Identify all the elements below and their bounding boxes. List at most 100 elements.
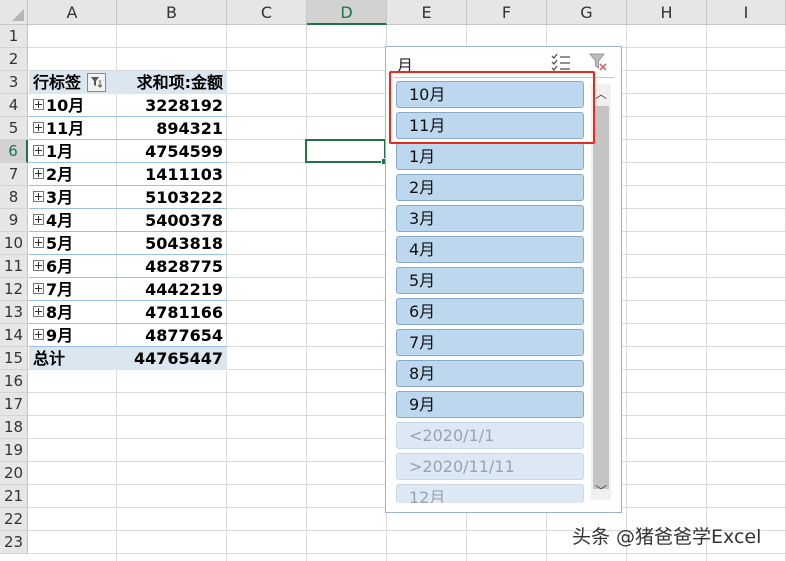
slicer-item[interactable]: <2020/1/1 [396,422,584,449]
slicer-item[interactable]: >2020/11/11 [396,453,584,480]
plus-box-icon[interactable] [33,122,44,133]
pivot-row-label-text: 5月 [46,234,74,253]
pivot-row-value[interactable]: 3228192 [117,94,227,117]
pivot-row-label[interactable]: 7月 [29,278,117,301]
pivot-row-value-text: 1411103 [145,165,223,184]
column-header-c[interactable]: C [227,0,307,25]
pivot-row-value[interactable]: 5103222 [117,186,227,209]
pivot-row-value[interactable]: 5043818 [117,232,227,255]
pivot-row-label[interactable]: 9月 [29,324,117,347]
grid-line [306,25,307,561]
pivot-row-value[interactable]: 4828775 [117,255,227,278]
highlight-box [389,71,595,144]
pivot-grand-total-value-text: 44765447 [133,349,223,368]
scroll-thumb[interactable] [593,106,609,489]
row-header-12[interactable]: 12 [0,278,28,301]
row-header-1[interactable]: 1 [0,25,28,48]
row-header-4[interactable]: 4 [0,94,28,117]
pivot-grand-total-label[interactable]: 总计 [29,347,117,370]
plus-box-icon[interactable] [33,283,44,294]
select-all-corner[interactable] [0,0,28,25]
row-header-20[interactable]: 20 [0,462,28,485]
row-header-8[interactable]: 8 [0,186,28,209]
plus-box-icon[interactable] [33,306,44,317]
row-header-14[interactable]: 14 [0,324,28,347]
row-header-11[interactable]: 11 [0,255,28,278]
pivot-row-label[interactable]: 3月 [29,186,117,209]
plus-box-icon[interactable] [33,214,44,225]
column-header-f[interactable]: F [467,0,547,25]
row-header-15[interactable]: 15 [0,347,28,370]
row-header-18[interactable]: 18 [0,416,28,439]
row-header-7[interactable]: 7 [0,163,28,186]
column-header-e[interactable]: E [387,0,467,25]
pivot-row-label-text: 9月 [46,326,74,345]
row-header-22[interactable]: 22 [0,508,28,531]
slicer-item[interactable]: 4月 [396,236,584,263]
plus-box-icon[interactable] [33,191,44,202]
pivot-row-value-text: 5400378 [145,211,223,230]
slicer-item[interactable]: 9月 [396,391,584,418]
slicer-item[interactable]: 8月 [396,360,584,387]
slicer-item[interactable]: 3月 [396,205,584,232]
pivot-row-value[interactable]: 894321 [117,117,227,140]
pivot-row-value[interactable]: 4877654 [117,324,227,347]
plus-box-icon[interactable] [33,145,44,156]
row-header-5[interactable]: 5 [0,117,28,140]
multi-select-icon[interactable] [551,53,571,71]
row-header-13[interactable]: 13 [0,301,28,324]
plus-box-icon[interactable] [33,329,44,340]
column-header-g[interactable]: G [547,0,627,25]
pivot-row-value[interactable]: 4781166 [117,301,227,324]
slicer-item[interactable]: 6月 [396,298,584,325]
slicer-item[interactable]: 2月 [396,174,584,201]
filter-icon[interactable] [87,73,107,92]
slicer-item[interactable]: 1月 [396,143,584,170]
plus-box-icon[interactable] [33,168,44,179]
pivot-value-header[interactable]: 求和项:金额 [117,71,227,94]
pivot-row-value[interactable]: 5400378 [117,209,227,232]
row-header-21[interactable]: 21 [0,485,28,508]
active-cell-d6[interactable] [305,139,388,165]
pivot-grand-total-value[interactable]: 44765447 [117,347,227,370]
pivot-row-label[interactable]: 11月 [29,117,117,140]
pivot-row-label[interactable]: 1月 [29,140,117,163]
column-header-h[interactable]: H [627,0,707,25]
pivot-row-value[interactable]: 1411103 [117,163,227,186]
pivot-row-label[interactable]: 5月 [29,232,117,255]
slicer-item[interactable]: 5月 [396,267,584,294]
slicer-item[interactable]: 12月 [396,484,584,503]
row-header-6[interactable]: 6 [0,140,28,163]
pivot-row-label[interactable]: 4月 [29,209,117,232]
row-header-23[interactable]: 23 [0,531,28,554]
plus-box-icon[interactable] [33,237,44,248]
pivot-row-value[interactable]: 4754599 [117,140,227,163]
pivot-row-labels-header[interactable]: 行标签 [29,71,117,94]
slicer-item[interactable]: 7月 [396,329,584,356]
row-header-10[interactable]: 10 [0,232,28,255]
row-header-9[interactable]: 9 [0,209,28,232]
scroll-up-icon[interactable]: ︿ [595,88,607,100]
grid-line [28,553,786,554]
pivot-row-value-text: 4877654 [145,326,223,345]
row-header-19[interactable]: 19 [0,439,28,462]
row-header-16[interactable]: 16 [0,370,28,393]
pivot-row-value[interactable]: 4442219 [117,278,227,301]
clear-filter-icon[interactable] [588,52,608,72]
pivot-value-header-text: 求和项:金额 [136,73,223,92]
row-header-17[interactable]: 17 [0,393,28,416]
column-header-i[interactable]: I [707,0,786,25]
pivot-row-label[interactable]: 2月 [29,163,117,186]
column-header-d[interactable]: D [307,0,387,25]
plus-box-icon[interactable] [33,99,44,110]
row-header-3[interactable]: 3 [0,71,28,94]
scroll-down-icon[interactable]: ﹀ [595,485,607,497]
plus-box-icon[interactable] [33,260,44,271]
slicer-scrollbar[interactable]: ︿ ﹀ [591,84,611,500]
column-header-b[interactable]: B [117,0,227,25]
pivot-row-label[interactable]: 6月 [29,255,117,278]
column-header-a[interactable]: A [28,0,117,25]
pivot-row-label[interactable]: 10月 [29,94,117,117]
pivot-row-label[interactable]: 8月 [29,301,117,324]
row-header-2[interactable]: 2 [0,48,28,71]
